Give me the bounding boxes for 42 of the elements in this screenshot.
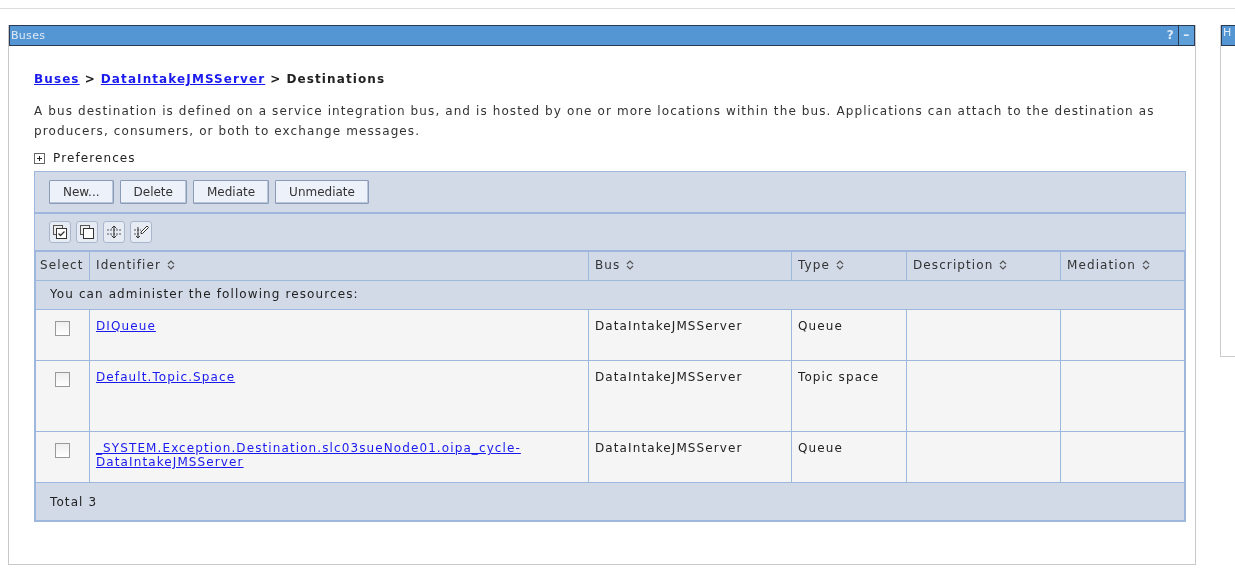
toolbar-button[interactable]: Mediate: [192, 180, 270, 204]
column-header[interactable]: Type: [791, 251, 907, 281]
sort-icon[interactable]: [1141, 259, 1150, 271]
description: A bus destination is defined on a service integration bus, and is hosted by one or more locations within the bus. Applications can attach to the destination as producers, consumers, or both to exchange messages.: [34, 103, 1156, 140]
edit-filter-icon[interactable]: [130, 221, 152, 243]
column-header: Select: [35, 251, 90, 281]
toolbar-button[interactable]: New...: [49, 180, 114, 204]
row-checkbox[interactable]: [55, 372, 70, 387]
table-cell: DataIntakeJMSServer: [588, 360, 792, 432]
table-cell: Topic space: [791, 360, 907, 432]
breadcrumb-link[interactable]: DataIntakeJMSServer: [100, 72, 266, 86]
toolbar-button[interactable]: Unmediate: [275, 180, 369, 204]
sort-icon[interactable]: [999, 259, 1008, 271]
total-count: Total 3: [50, 495, 98, 509]
identifier-link[interactable]: Default.Topic.Space: [96, 370, 236, 384]
side-panel-title: H: [1221, 25, 1235, 46]
preferences-label[interactable]: Preferences: [53, 151, 136, 165]
breadcrumb-separator: >: [84, 72, 96, 86]
row-checkbox[interactable]: [55, 321, 70, 336]
panel-title: Buses: [10, 29, 47, 42]
toolbar-button[interactable]: Delete: [119, 180, 187, 204]
column-header[interactable]: Bus: [588, 251, 792, 281]
row-checkbox[interactable]: [55, 443, 70, 458]
table-cell: DataIntakeJMSServer: [588, 309, 792, 361]
sort-icon[interactable]: [167, 259, 176, 271]
breadcrumb-current: Destinations: [286, 72, 386, 86]
table-cell: DataIntakeJMSServer: [588, 431, 792, 483]
identifier-link[interactable]: DIQueue: [96, 319, 156, 333]
sort-icon[interactable]: [626, 259, 635, 271]
column-header[interactable]: Mediation: [1060, 251, 1185, 281]
column-header[interactable]: Identifier: [89, 251, 589, 281]
deselect-all-icon[interactable]: [76, 221, 98, 243]
breadcrumb-separator: >: [270, 72, 282, 86]
table-cell: Queue: [791, 431, 907, 483]
filter-icon[interactable]: [103, 221, 125, 243]
column-header[interactable]: Description: [906, 251, 1061, 281]
table-cell: Queue: [791, 309, 907, 361]
breadcrumb-link[interactable]: Buses: [34, 72, 80, 86]
expand-icon[interactable]: [34, 152, 45, 164]
select-all-icon[interactable]: [49, 221, 71, 243]
sort-icon[interactable]: [835, 259, 844, 271]
group-label: You can administer the following resources:: [50, 287, 359, 301]
